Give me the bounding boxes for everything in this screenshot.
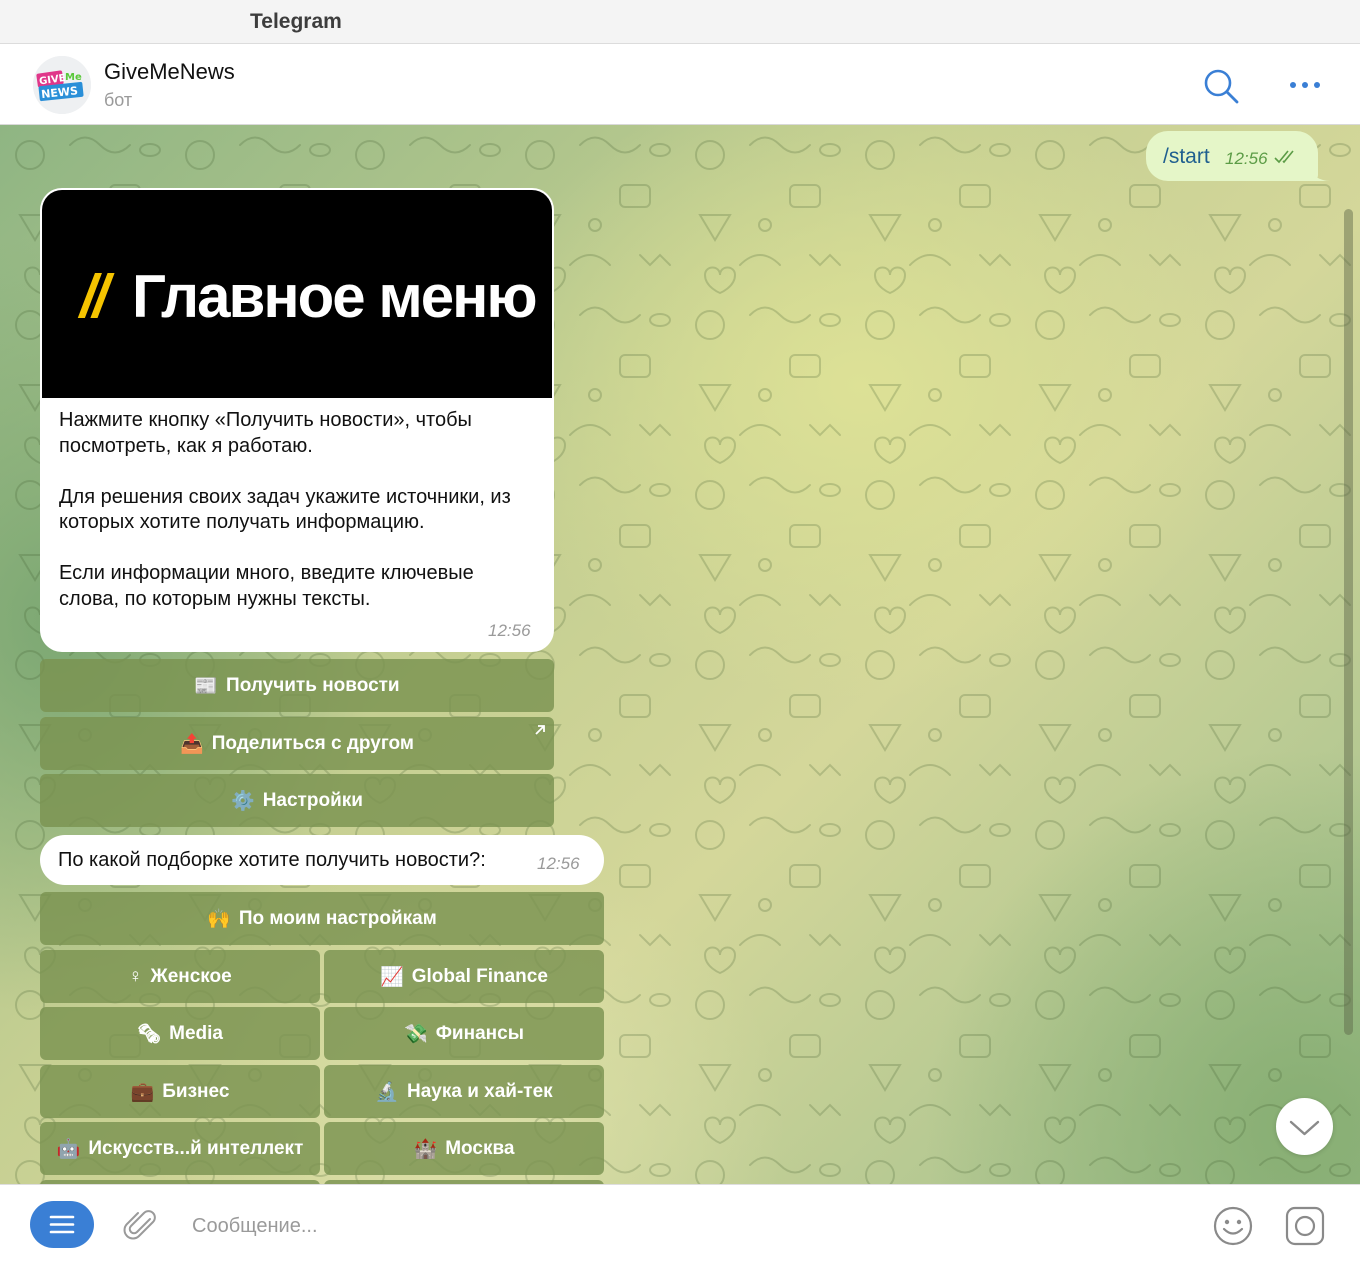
camera-square-icon: [1285, 1206, 1325, 1246]
outgoing-message[interactable]: /start 12:56: [1146, 131, 1318, 181]
button-label: Финансы: [435, 1022, 524, 1044]
get-news-button[interactable]: 📰 Получить новости: [40, 659, 554, 712]
question-message[interactable]: По какой подборке хотите получить новост…: [40, 835, 604, 885]
button-label: Global Finance: [411, 965, 548, 987]
newspaper-icon: 📰: [194, 675, 219, 697]
button-label: Женское: [150, 965, 232, 987]
gear-icon: ⚙️: [231, 790, 255, 812]
banner-title: Главное меню: [132, 263, 538, 330]
button-label: Media: [169, 1022, 223, 1044]
female-sign-icon: ♀: [128, 965, 143, 987]
smiley-icon: [1213, 1206, 1253, 1246]
button-label: Искусств...й интеллект: [88, 1137, 304, 1159]
avatar[interactable]: GIVE Me NEWS: [33, 56, 91, 114]
more-horizontal-icon: [1290, 82, 1320, 88]
search-button[interactable]: [1200, 66, 1240, 106]
chat-name[interactable]: GiveMeNews: [104, 59, 235, 85]
share-with-friend-button[interactable]: 📤 Поделиться с другом: [40, 717, 554, 770]
category-finance-button[interactable]: 💸 Финансы: [324, 1007, 604, 1060]
message-paragraph: Для решения своих задач укажите источник…: [59, 485, 511, 534]
emoji-button[interactable]: [1212, 1205, 1254, 1247]
message-time: 12:56: [537, 854, 580, 873]
main-menu-banner-image[interactable]: // Главное меню: [42, 190, 552, 398]
message-time: 12:56: [1225, 149, 1268, 168]
rolled-newspaper-icon: 🗞: [137, 1023, 162, 1045]
chat-area[interactable]: /start 12:56 // Главное меню Нажмите кно…: [0, 125, 1360, 1184]
outbox-tray-icon: 📤: [180, 733, 204, 755]
chevron-down-icon: [1289, 1120, 1320, 1136]
window-title: Telegram: [250, 10, 342, 33]
my-settings-selection-button[interactable]: 🙌 По моим настройкам: [40, 892, 604, 945]
message-composer: [0, 1184, 1360, 1264]
category-science-button[interactable]: 🔬 Наука и хай-тек: [324, 1065, 604, 1118]
paperclip-icon: [123, 1210, 156, 1240]
money-wings-icon: 💸: [404, 1023, 428, 1045]
category-business-button[interactable]: 💼 Бизнес: [40, 1065, 320, 1118]
message-text[interactable]: /start: [1163, 145, 1210, 169]
category-ai-button[interactable]: 🤖 Искусств...й интеллект: [40, 1122, 320, 1175]
main-menu-message[interactable]: // Главное меню Нажмите кнопку «Получить…: [40, 188, 554, 652]
chat-header: GIVE Me NEWS GiveMeNews бот: [0, 44, 1360, 125]
external-arrow-icon: [535, 725, 545, 735]
briefcase-icon: 💼: [130, 1081, 155, 1103]
message-paragraph: Нажмите кнопку «Получить новости», чтобы…: [59, 409, 472, 457]
chat-scrollbar[interactable]: [1344, 209, 1353, 1035]
scroll-to-bottom-button[interactable]: [1276, 1098, 1333, 1155]
search-icon: [1204, 69, 1239, 104]
button-label: Бизнес: [162, 1080, 230, 1102]
button-label: Наука и хай-тек: [406, 1080, 553, 1102]
more-options-button[interactable]: [1286, 66, 1326, 106]
button-label: Получить новости: [226, 674, 400, 696]
read-double-check-icon: [1274, 150, 1294, 164]
button-label: Настройки: [262, 789, 363, 811]
message-time: 12:56: [488, 621, 531, 640]
chart-increasing-icon: 📈: [380, 966, 404, 988]
microscope-icon: 🔬: [375, 1081, 399, 1103]
settings-button[interactable]: ⚙️ Настройки: [40, 774, 554, 827]
givemenews-logo-icon: GIVE Me NEWS: [33, 56, 91, 114]
castle-icon: 🏰: [413, 1138, 438, 1160]
bubble-tail: [1308, 165, 1330, 181]
button-label: Поделиться с другом: [211, 732, 414, 754]
category-moscow-button[interactable]: 🏰 Москва: [324, 1122, 604, 1175]
robot-icon: 🤖: [56, 1138, 81, 1160]
message-paragraph: Если информации много, введите ключевые …: [59, 562, 474, 610]
message-input[interactable]: [190, 1207, 1174, 1245]
window-titlebar: Telegram: [0, 0, 1360, 44]
bot-menu-button[interactable]: [30, 1201, 94, 1248]
video-message-button[interactable]: [1284, 1205, 1326, 1247]
attach-button[interactable]: [122, 1205, 162, 1245]
message-text[interactable]: Нажмите кнопку «Получить новости», чтобы…: [59, 408, 539, 612]
banner-slashes: //: [80, 263, 109, 330]
category-womens-button[interactable]: ♀ Женское: [40, 950, 320, 1003]
message-text[interactable]: По какой подборке хотите получить новост…: [58, 849, 486, 872]
chat-status: бот: [104, 90, 133, 110]
menu-lines-icon: [49, 1215, 75, 1234]
raised-hands-icon: 🙌: [207, 908, 231, 930]
button-label: Москва: [445, 1137, 515, 1159]
category-global-finance-button[interactable]: 📈 Global Finance: [324, 950, 604, 1003]
category-media-button[interactable]: 🗞 Media: [40, 1007, 320, 1060]
svg-text:Me: Me: [65, 72, 82, 83]
button-label: По моим настройкам: [238, 907, 437, 929]
